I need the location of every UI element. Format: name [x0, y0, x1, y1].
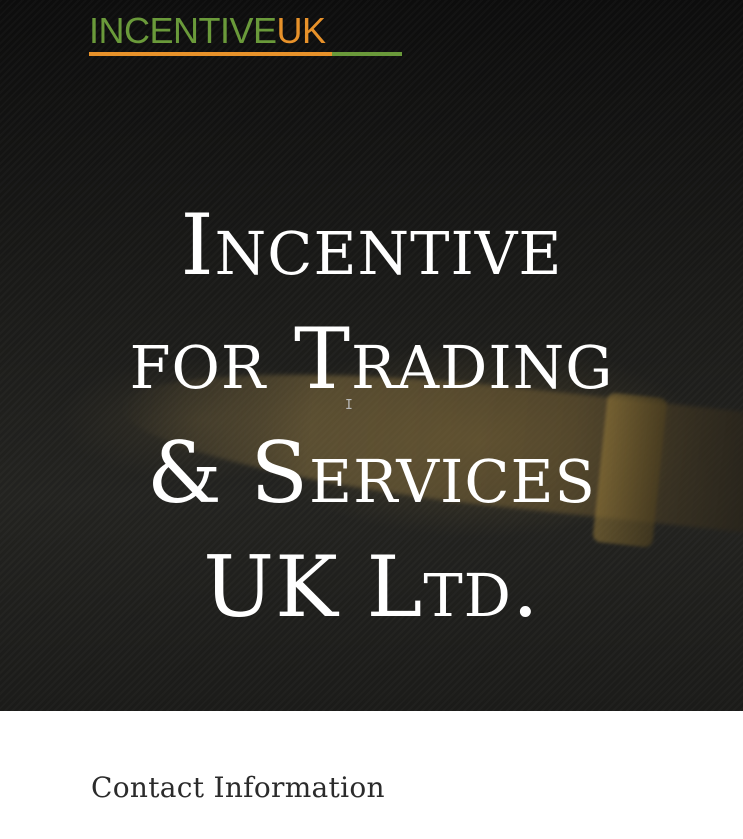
- hero-title-line: UK Ltd.: [203, 538, 540, 636]
- logo-accent-text: UK: [276, 10, 327, 51]
- page: INCENTIVE UK Incentive for Trading & Serv…: [0, 0, 743, 839]
- hero-title-line: & Services: [147, 424, 596, 522]
- hero-title-line: Incentive: [180, 196, 563, 294]
- hero-banner: INCENTIVE UK Incentive for Trading & Serv…: [0, 0, 743, 711]
- site-logo[interactable]: INCENTIVE UK: [89, 12, 402, 56]
- logo-wordmark: INCENTIVE UK: [89, 12, 402, 50]
- text-cursor-icon: I: [345, 398, 353, 413]
- logo-underline: [89, 52, 402, 56]
- hero-title: Incentive for Trading & Services UK Ltd.: [0, 188, 743, 644]
- logo-underline-green: [332, 52, 402, 56]
- logo-underline-orange: [89, 52, 332, 56]
- contact-information-heading: Contact Information: [91, 771, 385, 804]
- logo-main-text: INCENTIVE: [89, 10, 277, 51]
- hero-title-line: for Trading: [129, 310, 614, 408]
